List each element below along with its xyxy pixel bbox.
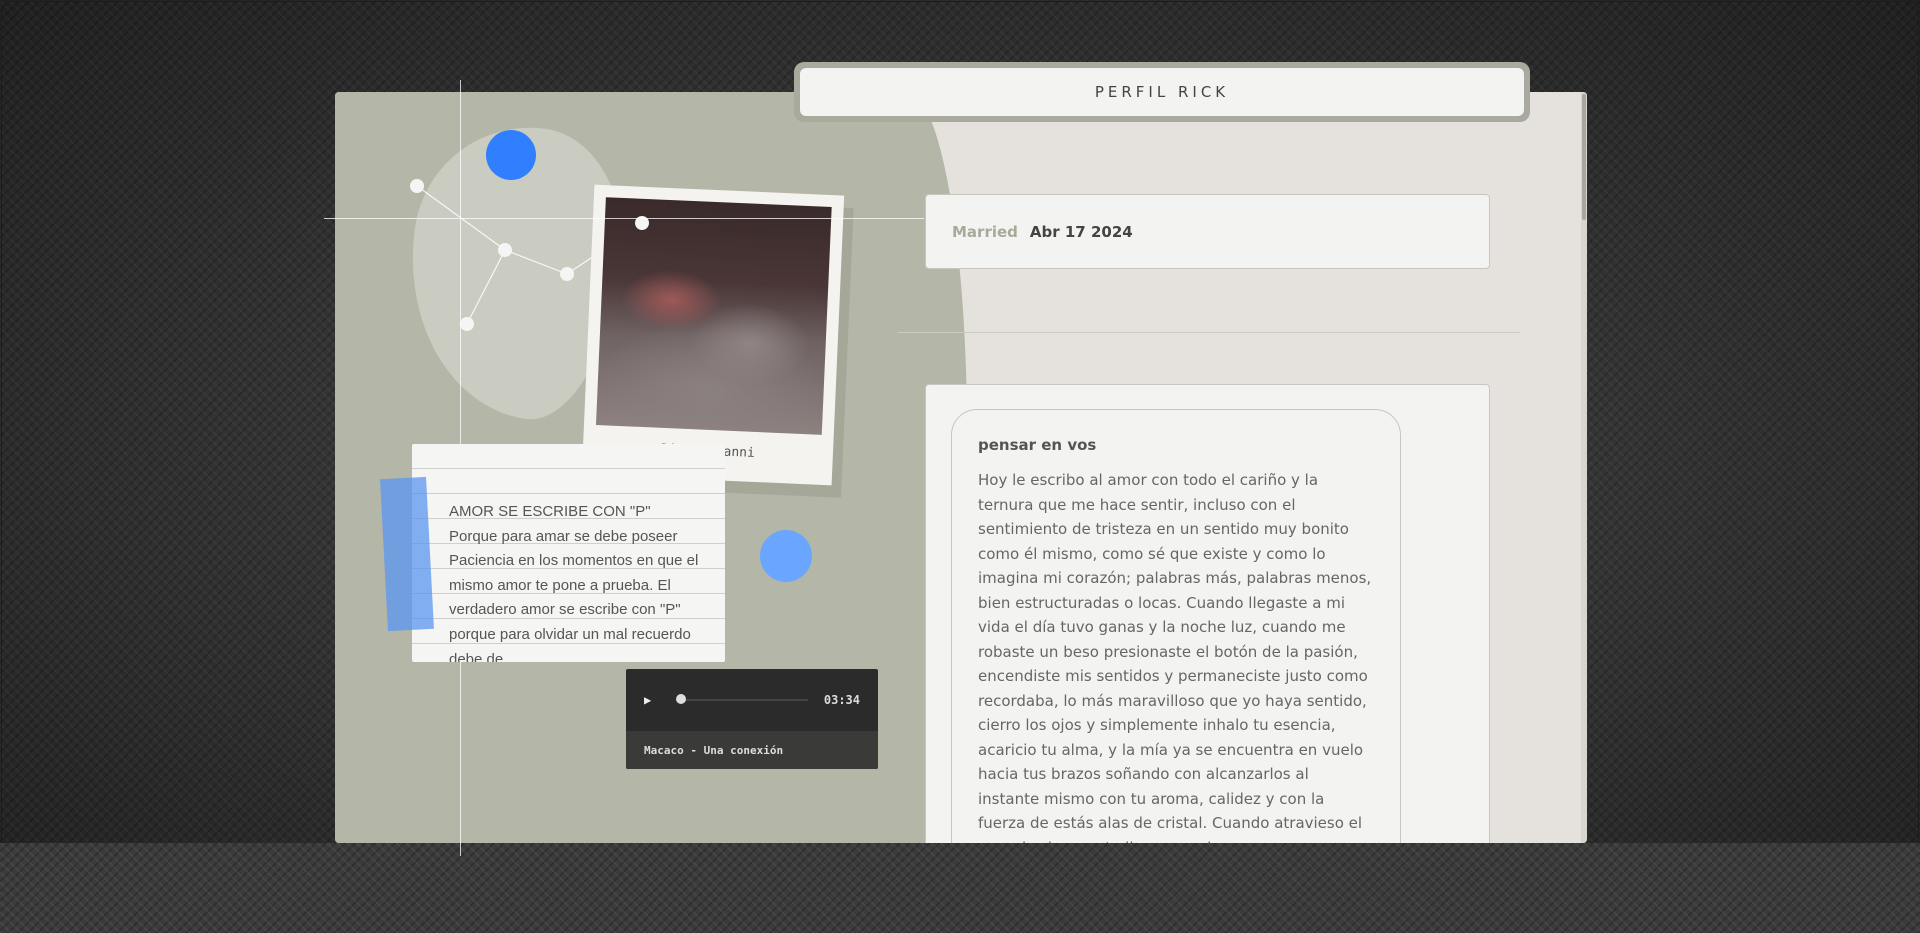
star-dot-overlay: [635, 216, 649, 230]
status-date: Abr 17 2024: [1029, 222, 1133, 241]
relationship-status-card: Married Abr 17 2024: [925, 194, 1490, 269]
crosshair-horizontal-line: [324, 218, 924, 219]
letter-box: pensar en vos Hoy le escribo al amor con…: [951, 409, 1401, 879]
track-title: Macaco - Una conexión: [626, 731, 878, 769]
progress-track[interactable]: [676, 694, 808, 704]
progress-handle[interactable]: [676, 694, 686, 704]
profile-header-tab: PERFIL RICK: [794, 62, 1530, 122]
bottom-background: [0, 843, 1920, 933]
page-title: PERFIL RICK: [800, 68, 1524, 116]
page: { "header": { "title": "PERFIL RICK" }, …: [0, 0, 1920, 933]
player-controls: ▶ 03:34: [626, 669, 878, 731]
crosshair-vertical-tail: [460, 843, 461, 856]
scrollbar-thumb[interactable]: [1582, 94, 1586, 220]
note-text: AMOR SE ESCRIBE CON "P" Porque para amar…: [449, 503, 699, 662]
play-icon[interactable]: ▶: [644, 693, 662, 707]
polaroid-photo-card: Rick & Hanni: [581, 184, 845, 486]
music-player: ▶ 03:34 Macaco - Una conexión: [626, 669, 878, 769]
light-blue-circle-decor: [760, 530, 812, 582]
scrollbar[interactable]: [1581, 92, 1587, 843]
letter-title: pensar en vos: [978, 436, 1097, 454]
letter-body: Hoy le escribo al amor con todo el cariñ…: [978, 471, 1372, 857]
star-dot: [498, 243, 512, 257]
lined-note: AMOR SE ESCRIBE CON "P" Porque para amar…: [412, 444, 725, 662]
star-dot: [560, 267, 574, 281]
section-divider: [898, 332, 1520, 333]
track-duration: 03:34: [823, 693, 860, 707]
blue-tape-decor: [380, 476, 434, 632]
couple-photo: [595, 197, 832, 435]
star-dot: [410, 179, 424, 193]
star-dot: [460, 317, 474, 331]
status-label: Married: [952, 222, 1018, 241]
